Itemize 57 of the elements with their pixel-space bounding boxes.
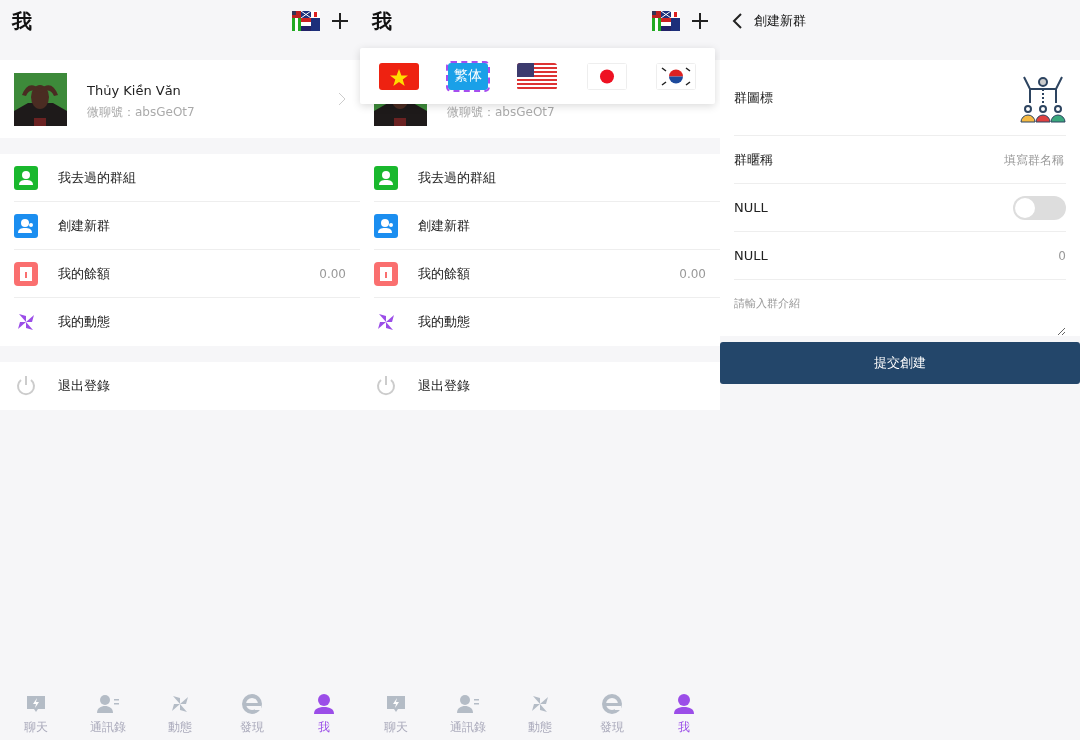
profile-card[interactable]: Thủy Kiền Văn 微聊號：absGeOt7 [0, 60, 360, 138]
browser-e-icon [600, 692, 624, 715]
balance-value: 0.00 [679, 266, 706, 281]
power-icon [14, 374, 38, 398]
contact-icon [456, 692, 480, 715]
plus-icon[interactable] [332, 13, 348, 29]
page-title: 我 [12, 7, 33, 35]
plus-icon[interactable] [692, 13, 708, 29]
usa-flag-icon [517, 62, 558, 90]
korea-flag-icon [656, 62, 697, 90]
vietnam-flag-icon [378, 62, 419, 90]
japan-flag-icon [586, 62, 627, 90]
menu-item[interactable]: 創建新群 [374, 202, 720, 250]
group-name-field[interactable]: 填寫群名稱 [946, 151, 1066, 168]
envelope-icon [374, 261, 398, 286]
tab[interactable]: 我 [648, 688, 720, 740]
logout-item[interactable]: 退出登錄 [360, 362, 720, 410]
menu-item[interactable]: 我的動態 [374, 298, 720, 346]
person-icon [374, 165, 398, 190]
logout-item[interactable]: 退出登錄 [0, 362, 360, 410]
user-id: 微聊號：absGeOt7 [87, 104, 196, 121]
balance-value: 0.00 [319, 266, 346, 281]
menu-item[interactable]: 我去過的群組 [374, 154, 720, 202]
language-option[interactable] [517, 62, 558, 90]
flags-icon[interactable] [292, 11, 320, 31]
page-title: 我 [372, 7, 393, 35]
power-icon [374, 374, 398, 398]
language-option[interactable] [586, 62, 627, 90]
tab[interactable]: 我 [288, 688, 360, 740]
browser-e-icon [240, 692, 264, 715]
submit-button[interactable]: 提交創建 [720, 342, 1080, 384]
user-name: Thủy Kiền Văn [87, 83, 182, 98]
row-label: NULL [734, 200, 769, 215]
contact-icon [96, 692, 120, 715]
envelope-icon [14, 261, 38, 286]
menu-item[interactable]: 我的餘額 0.00 [14, 250, 360, 298]
language-option[interactable] [378, 62, 419, 90]
toggle-switch[interactable] [1013, 195, 1066, 220]
flags-icon[interactable] [652, 11, 680, 31]
people-icon [374, 213, 398, 238]
menu-item[interactable]: 我的動態 [14, 298, 360, 346]
page-title: 創建新群 [754, 12, 807, 30]
row-label: NULL [734, 248, 769, 263]
person-icon [312, 692, 336, 715]
user-id: 微聊號：absGeOt7 [447, 104, 556, 121]
menu-item[interactable]: 創建新群 [14, 202, 360, 250]
row-label: 群圖標 [734, 88, 774, 107]
person-icon [14, 165, 38, 190]
people-icon [14, 213, 38, 238]
back-icon[interactable] [732, 13, 742, 29]
row-label: 群暱稱 [734, 150, 774, 169]
row-value: 0 [1058, 248, 1066, 263]
language-option[interactable] [656, 62, 697, 90]
menu-item[interactable]: 我的餘額 0.00 [374, 250, 720, 298]
chevron-right-icon [338, 92, 346, 106]
menu-item[interactable]: 我去過的群組 [14, 154, 360, 202]
person-icon [672, 692, 696, 715]
